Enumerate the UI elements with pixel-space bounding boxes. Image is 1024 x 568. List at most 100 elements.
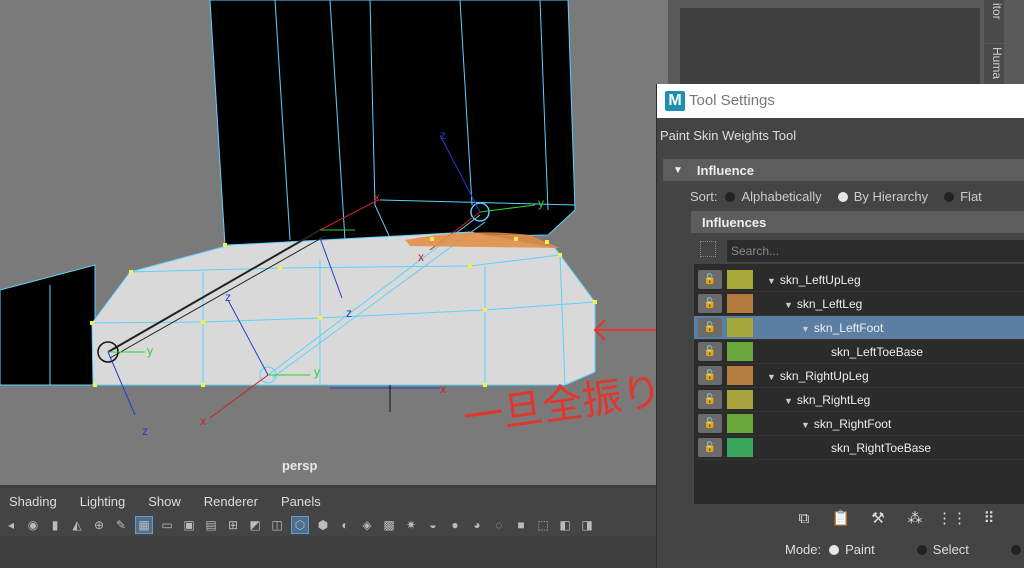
grease-pencil-icon[interactable]: ✎ <box>113 517 129 533</box>
search-filter-icon[interactable] <box>700 241 716 257</box>
color-swatch[interactable] <box>727 366 753 385</box>
safe-title-icon[interactable]: ◫ <box>269 517 285 533</box>
motion-blur-icon[interactable]: ◕ <box>469 517 485 533</box>
influence-row[interactable]: 🔓 ▼ skn_RightUpLeg <box>694 364 1024 388</box>
xray-icon[interactable]: ◧ <box>557 517 573 533</box>
color-swatch[interactable] <box>727 390 753 409</box>
axis-label-y: y <box>538 196 544 210</box>
axis-label-x: x <box>440 382 446 396</box>
panel-menubar: Shading Lighting Show Renderer Panels <box>0 488 656 514</box>
maya-logo-icon: M <box>665 91 685 111</box>
camera-attributes-icon[interactable]: ◉ <box>25 517 41 533</box>
menu-panels[interactable]: Panels <box>281 494 321 509</box>
expand-triangle-icon[interactable]: ▼ <box>767 372 776 382</box>
sort-option-flat[interactable]: Flat <box>960 189 982 204</box>
menu-shading[interactable]: Shading <box>9 494 57 509</box>
color-swatch[interactable] <box>727 438 753 457</box>
lock-icon[interactable]: 🔓 <box>698 414 722 433</box>
textured-icon[interactable]: ▩ <box>381 517 397 533</box>
copy-weights-icon[interactable]: ⧉ <box>792 506 816 530</box>
menu-renderer[interactable]: Renderer <box>204 494 258 509</box>
mode-radio-select[interactable] <box>916 544 927 555</box>
axis-label-x: x <box>418 250 424 264</box>
bookmark-icon[interactable]: ▮ <box>47 517 63 533</box>
paste-weights-icon[interactable]: 📋 <box>829 506 853 530</box>
resolution-gate-icon[interactable]: ▣ <box>181 517 197 533</box>
influence-name: skn_LeftUpLeg <box>779 272 861 287</box>
smooth-shade-icon[interactable]: ⬢ <box>315 517 331 533</box>
film-gate-icon[interactable]: ▭ <box>159 517 175 533</box>
shadows-icon[interactable]: ◒ <box>425 517 441 533</box>
influence-row[interactable]: 🔓 ▼ skn_RightFoot <box>694 412 1024 436</box>
xray-joints-icon[interactable]: ◨ <box>579 517 595 533</box>
expand-triangle-icon[interactable]: ▼ <box>784 396 793 406</box>
expand-triangle-icon[interactable]: ▼ <box>801 324 810 334</box>
ambient-occlusion-icon[interactable]: ● <box>447 517 463 533</box>
image-plane-icon[interactable]: ◭ <box>69 517 85 533</box>
mode-radio-paint[interactable] <box>829 544 840 555</box>
axis-label-z: z <box>142 424 148 438</box>
move-weights-icon[interactable]: ⁂ <box>903 506 927 530</box>
lock-icon[interactable]: 🔓 <box>698 270 722 289</box>
color-swatch[interactable] <box>727 294 753 313</box>
safe-action-icon[interactable]: ◩ <box>247 517 263 533</box>
gate-mask-icon[interactable]: ▤ <box>203 517 219 533</box>
camera-select-icon[interactable]: ◂ <box>3 517 19 533</box>
lock-icon[interactable]: 🔓 <box>698 342 722 361</box>
wireframe-icon[interactable]: ⬡ <box>291 516 309 534</box>
influence-search-input[interactable]: Search... <box>727 240 1024 262</box>
sort-radio-flat[interactable] <box>944 191 955 202</box>
influence-row[interactable]: 🔓 ▼ skn_LeftUpLeg <box>694 268 1024 292</box>
transfer-weights-icon[interactable]: ⠿ <box>977 506 1001 530</box>
wireframe-on-shaded-icon[interactable]: ◈ <box>359 517 375 533</box>
influences-header: Influences <box>691 211 1024 233</box>
grid-toggle-icon[interactable]: ▦ <box>135 516 153 534</box>
mode-option-paint[interactable]: Paint <box>845 542 875 557</box>
lighting-icon[interactable]: ✷ <box>403 517 419 533</box>
menu-show[interactable]: Show <box>148 494 181 509</box>
axis-label-z: z <box>346 306 352 320</box>
lock-icon[interactable]: 🔓 <box>698 390 722 409</box>
color-swatch[interactable] <box>727 318 753 337</box>
influence-row[interactable]: 🔓 skn_LeftToeBase <box>694 340 1024 364</box>
lock-icon[interactable]: 🔓 <box>698 366 722 385</box>
sort-option-by-hierarchy[interactable]: By Hierarchy <box>854 189 928 204</box>
weight-hammer-icon[interactable]: ⚒ <box>866 506 890 530</box>
depth-of-field-icon[interactable]: ■ <box>513 517 529 533</box>
menu-lighting[interactable]: Lighting <box>80 494 126 509</box>
color-swatch[interactable] <box>727 270 753 289</box>
lock-icon[interactable]: 🔓 <box>698 438 722 457</box>
expand-triangle-icon[interactable]: ▼ <box>801 420 810 430</box>
color-swatch[interactable] <box>727 414 753 433</box>
mode-radio-paint-select[interactable] <box>1010 544 1021 555</box>
axis-label-x: x <box>374 190 380 204</box>
lock-icon[interactable]: 🔓 <box>698 318 722 337</box>
influence-name: skn_LeftFoot <box>813 320 884 335</box>
influence-row[interactable]: 🔓 ▼ skn_LeftLeg <box>694 292 1024 316</box>
influence-button-row: ⧉ 📋 ⚒ ⁂ ⋮⋮ ⠿ <box>792 506 1014 530</box>
expand-triangle-icon[interactable]: ▼ <box>767 276 776 286</box>
color-swatch[interactable] <box>727 342 753 361</box>
influence-frame-header[interactable]: ▼ Influence <box>663 159 1024 181</box>
sort-option-alphabetically[interactable]: Alphabetically <box>741 189 821 204</box>
default-material-icon[interactable]: ◐ <box>337 517 353 533</box>
viewport-panel[interactable]: y z x z y x y x z x z 一旦全振り persp <box>0 0 668 485</box>
title-bar[interactable]: M Tool Settings <box>657 84 1024 118</box>
sort-radio-by-hierarchy[interactable] <box>837 191 848 202</box>
lock-icon[interactable]: 🔓 <box>698 294 722 313</box>
field-chart-icon[interactable]: ⊞ <box>225 517 241 533</box>
anti-aliasing-icon[interactable]: ◌ <box>491 517 507 533</box>
mode-option-select[interactable]: Select <box>933 542 969 557</box>
influence-list[interactable]: 🔓 ▼ skn_LeftUpLeg 🔓 ▼ skn_LeftLeg 🔓 ▼ skn_L… <box>694 264 1024 504</box>
show-influences-icon[interactable]: ⋮⋮ <box>937 506 967 530</box>
2d-pan-zoom-icon[interactable]: ⊕ <box>91 517 107 533</box>
tab-attribute-editor[interactable]: itor <box>984 0 1004 43</box>
sort-radio-alphabetically[interactable] <box>725 191 736 202</box>
isolate-select-icon[interactable]: ⬚ <box>535 517 551 533</box>
influence-row[interactable]: 🔓 skn_RightToeBase <box>694 436 1024 460</box>
expand-triangle-icon[interactable]: ▼ <box>784 300 793 310</box>
sort-options: Sort: Alphabetically By Hierarchy Flat <box>690 189 982 204</box>
axis-label-x: x <box>200 414 206 428</box>
influence-row-selected[interactable]: 🔓 ▼ skn_LeftFoot <box>694 316 1024 340</box>
influence-row[interactable]: 🔓 ▼ skn_RightLeg <box>694 388 1024 412</box>
